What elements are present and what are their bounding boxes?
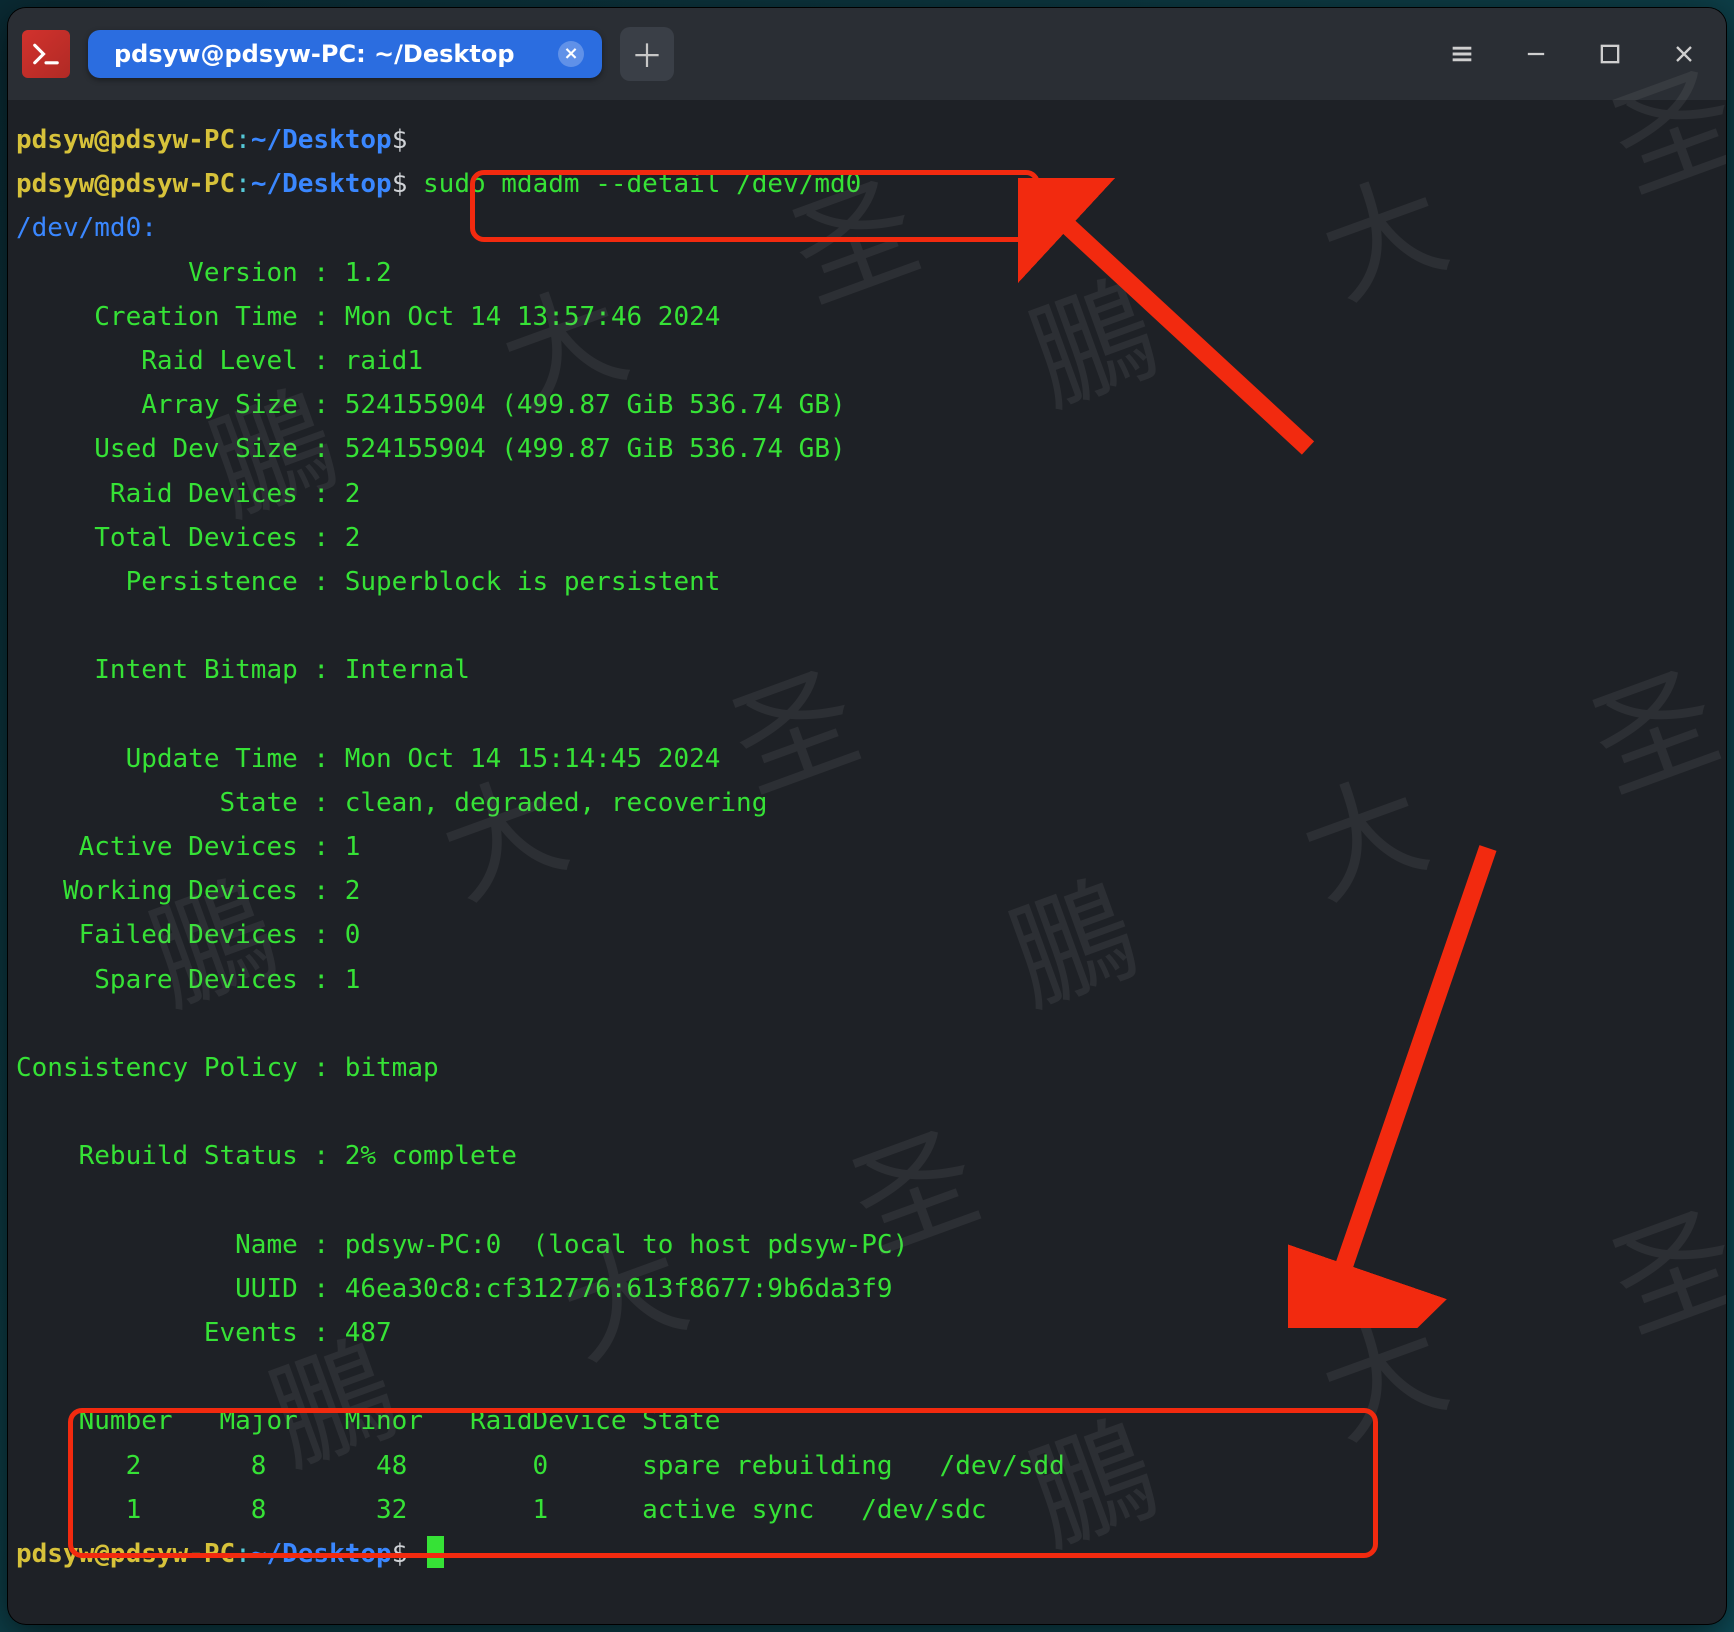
device-table-header: Number Major Minor RaidDevice State [16,1406,720,1436]
tab-title: pdsyw@pdsyw-PC: ~/Desktop [114,40,544,68]
new-tab-button[interactable]: ＋ [620,27,674,81]
terminal-body[interactable]: pdsyw@pdsyw-PC:~/Desktop$ pdsyw@pdsyw-PC… [8,100,1726,1584]
maximize-icon[interactable] [1582,26,1638,82]
device-table-row: 2 8 48 0 spare rebuilding /dev/sdd [16,1451,1065,1481]
device-header: /dev/md0: [16,213,157,243]
prompt-sep: : [235,169,251,199]
minimize-icon[interactable] [1508,26,1564,82]
terminal-window: pdsyw@pdsyw-PC: ~/Desktop × ＋ pdsyw@pdsy… [8,8,1726,1624]
prompt-sep: : [235,1539,251,1569]
prompt-path: ~/Desktop [251,169,392,199]
command-text: sudo mdadm --detail /dev/md0 [423,169,861,199]
tab-active[interactable]: pdsyw@pdsyw-PC: ~/Desktop × [88,30,602,78]
prompt-sep: : [235,125,251,155]
prompt-symbol: $ [392,169,408,199]
prompt-user: pdsyw@pdsyw-PC [16,125,235,155]
prompt-path: ~/Desktop [251,125,392,155]
prompt-path: ~/Desktop [251,1539,392,1569]
close-window-icon[interactable] [1656,26,1712,82]
prompt-symbol: $ [392,125,408,155]
prompt-symbol: $ [392,1539,408,1569]
tab-close-icon[interactable]: × [558,41,584,67]
cursor [427,1536,444,1568]
hamburger-menu-icon[interactable] [1434,26,1490,82]
device-table-row: 1 8 32 1 active sync /dev/sdc [16,1495,987,1525]
titlebar: pdsyw@pdsyw-PC: ~/Desktop × ＋ [8,8,1726,100]
terminal-app-icon [22,30,70,78]
prompt-user: pdsyw@pdsyw-PC [16,1539,235,1569]
prompt-user: pdsyw@pdsyw-PC [16,169,235,199]
mdadm-fields: Version : 1.2 Creation Time : Mon Oct 14… [16,258,908,1349]
